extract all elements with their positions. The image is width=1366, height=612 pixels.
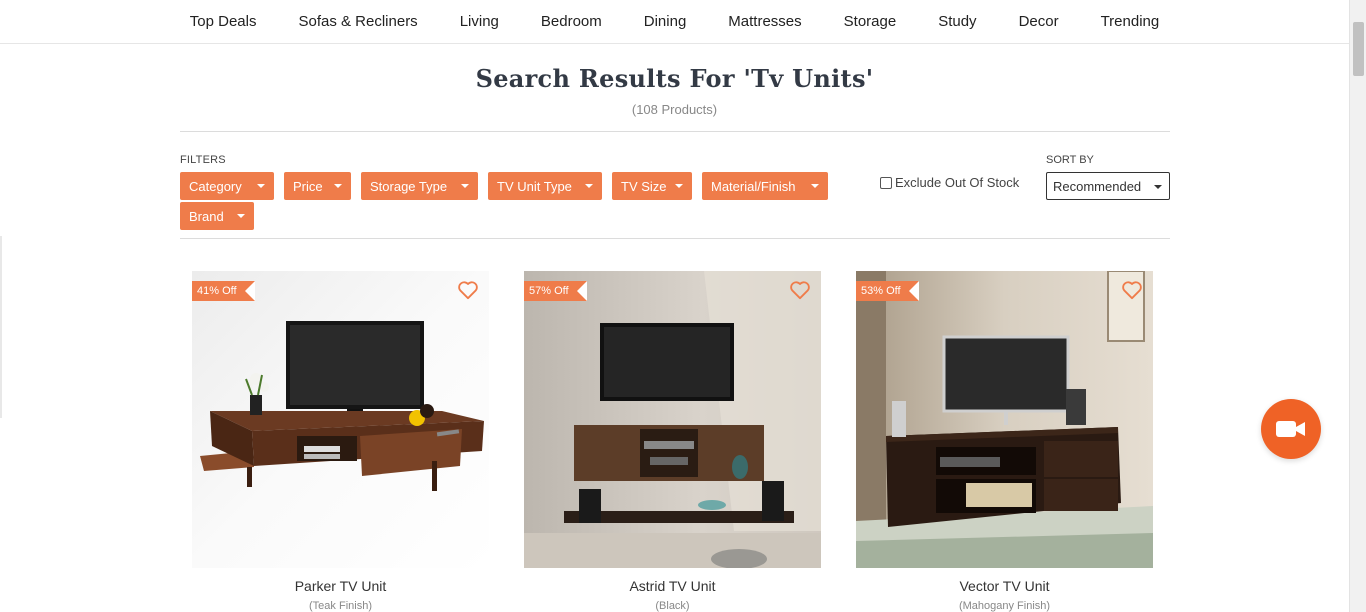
product-card[interactable]: 41% Off Parker TV Unit (Teak Finish) [192,271,489,612]
product-card[interactable]: 57% Off Astrid TV Unit (Black) [524,271,821,612]
caret-down-icon [675,184,683,188]
caret-down-icon [334,184,342,188]
divider-top [180,131,1170,132]
nav-item-sofas-recliners[interactable]: Sofas & Recliners [277,13,438,30]
filter-tv-size-button[interactable]: TV Size [612,172,692,200]
caret-down-icon [461,184,469,188]
filter-tv-unit-type-button[interactable]: TV Unit Type [488,172,602,200]
nav-item-top-deals[interactable]: Top Deals [169,13,278,30]
filter-price-label: Price [293,178,323,194]
nav-item-decor[interactable]: Decor [998,13,1080,30]
nav-item-study[interactable]: Study [917,13,997,30]
filter-tv-size-label: TV Size [621,178,667,194]
scrollbar-thumb[interactable] [1353,22,1364,76]
parker-tv-unit-image [192,271,489,568]
divider-bottom [180,238,1170,239]
nav-item-living[interactable]: Living [439,13,520,30]
filter-brand-label: Brand [189,208,224,224]
filter-storage-type-label: Storage Type [370,178,448,194]
product-image[interactable]: 53% Off [856,271,1153,568]
nav-item-storage[interactable]: Storage [823,13,918,30]
exclude-out-of-stock[interactable]: Exclude Out Of Stock [880,175,1019,190]
filter-category-button[interactable]: Category [180,172,274,200]
heart-outline-icon[interactable] [789,280,811,300]
product-image[interactable]: 41% Off [192,271,489,568]
exclude-out-of-stock-checkbox[interactable] [880,176,892,189]
filter-price-button[interactable]: Price [284,172,351,200]
astrid-tv-unit-image [524,271,821,568]
discount-badge: 53% Off [856,281,919,301]
left-edge-tab [0,236,2,418]
filter-category-label: Category [189,178,242,194]
sort-by-label: SORT BY [1046,154,1094,166]
product-image[interactable]: 57% Off [524,271,821,568]
filter-tv-unit-type-label: TV Unit Type [497,178,572,194]
filter-storage-type-button[interactable]: Storage Type [361,172,478,200]
filters-label: FILTERS [180,154,226,166]
product-card[interactable]: 53% Off Vector TV Unit (Mahogany Finish) [856,271,1153,612]
filter-material-finish-button[interactable]: Material/Finish [702,172,828,200]
caret-down-icon [811,184,819,188]
caret-down-icon [1154,185,1162,189]
sort-select[interactable]: Recommended [1046,172,1170,200]
heart-outline-icon[interactable] [1121,280,1143,300]
nav-item-bedroom[interactable]: Bedroom [520,13,623,30]
vector-tv-unit-image [856,271,1153,568]
heart-outline-icon[interactable] [457,280,479,300]
caret-down-icon [257,184,265,188]
caret-down-icon [237,214,245,218]
video-camera-icon [1276,421,1305,437]
nav-item-trending[interactable]: Trending [1080,13,1181,30]
video-call-button[interactable] [1261,399,1321,459]
product-finish: (Black) [655,600,690,612]
top-nav: Top Deals Sofas & Recliners Living Bedro… [0,0,1349,44]
product-name[interactable]: Astrid TV Unit [524,578,821,594]
page-title: Search Results For 'Tv Units' [475,64,874,93]
product-name[interactable]: Parker TV Unit [192,578,489,594]
filter-material-finish-label: Material/Finish [711,178,796,194]
caret-down-icon [585,184,593,188]
page-scrollbar[interactable] [1349,0,1366,612]
product-finish: (Mahogany Finish) [958,600,1051,612]
exclude-out-of-stock-label: Exclude Out Of Stock [895,175,1020,190]
discount-badge: 41% Off [192,281,255,301]
product-finish: (Teak Finish) [309,600,372,612]
filter-brand-button[interactable]: Brand [180,202,254,230]
nav-item-mattresses[interactable]: Mattresses [707,13,822,30]
product-name[interactable]: Vector TV Unit [856,578,1153,594]
nav-item-dining[interactable]: Dining [623,13,708,30]
sort-selected-value: Recommended [1053,178,1142,194]
discount-badge: 57% Off [524,281,587,301]
product-count: (108 Products) [631,102,718,117]
